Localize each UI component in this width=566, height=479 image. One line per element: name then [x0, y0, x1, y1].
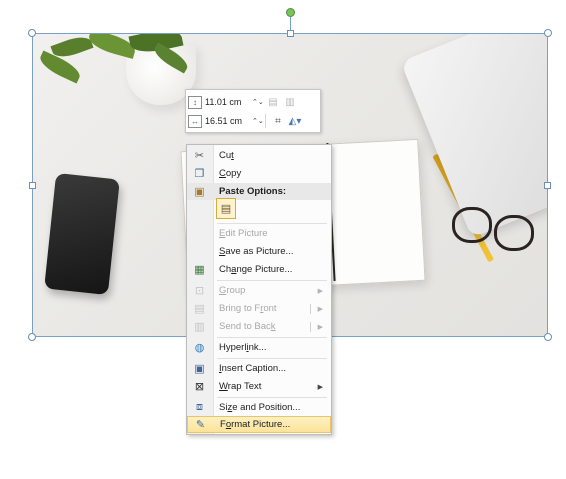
menu-separator: [217, 280, 327, 281]
menu-item-send-to-back[interactable]: ▥ Send to Back ▶: [187, 318, 331, 335]
crop-icon[interactable]: ⌗: [271, 114, 285, 128]
menu-item-format-picture[interactable]: ✎ Format Picture...: [187, 416, 331, 433]
menu-label: Copy: [219, 168, 242, 179]
shape-width-field[interactable]: 16.51 cm: [205, 116, 252, 126]
paste-options-header: ▣ Paste Options:: [187, 183, 331, 200]
menu-label: Change Picture...: [219, 264, 293, 275]
menu-item-cut[interactable]: ✂ Cut: [187, 147, 331, 164]
scissors-icon: ✂: [194, 150, 205, 162]
menu-item-change-picture[interactable]: ▦ Change Picture...: [187, 261, 331, 278]
format-picture-icon: ✎: [195, 419, 206, 431]
bring-forward-icon[interactable]: ▤: [266, 95, 280, 109]
submenu-arrow-icon[interactable]: ▶: [318, 305, 323, 313]
paste-picture-button[interactable]: ▤: [216, 198, 236, 219]
resize-handle-bottom-left[interactable]: [28, 333, 36, 341]
copy-icon: ❐: [194, 168, 205, 180]
glasses: [452, 205, 534, 251]
send-backward-icon[interactable]: ▥: [283, 95, 297, 109]
resize-handle-top-left[interactable]: [28, 29, 36, 37]
menu-item-save-as-picture[interactable]: Save as Picture...: [187, 243, 331, 260]
bring-to-front-icon: ▤: [194, 303, 205, 315]
menu-separator: [217, 337, 327, 338]
menu-label: Bring to Front: [219, 303, 277, 314]
shape-height-field[interactable]: 11.01 cm: [205, 97, 252, 107]
menu-label: Format Picture...: [220, 419, 291, 430]
hyperlink-globe-icon: ◍: [194, 342, 205, 354]
menu-label: Size and Position...: [219, 402, 301, 413]
menu-label: Paste Options:: [219, 186, 287, 197]
resize-handle-left[interactable]: [29, 182, 36, 189]
group-icon: ⊡: [194, 285, 205, 297]
menu-item-copy[interactable]: ❐ Copy: [187, 165, 331, 182]
shape-height-icon: ↕: [188, 95, 202, 109]
menu-item-insert-caption[interactable]: ▣ Insert Caption...: [187, 360, 331, 377]
change-picture-icon: ▦: [194, 264, 205, 276]
resize-handle-top-right[interactable]: [544, 29, 552, 37]
phone: [44, 172, 120, 296]
context-menu: ✂ Cut ❐ Copy ▣ Paste Options: ▤ Edit Pic…: [186, 144, 332, 435]
resize-handle-right[interactable]: [544, 182, 551, 189]
size-position-icon: ⧈: [196, 401, 203, 413]
menu-item-wrap-text[interactable]: ⊠ Wrap Text ▶: [187, 378, 331, 395]
mini-toolbar: ↕ 11.01 cm ⌃⌄ ▤ ▥ ↔ 16.51 cm ⌃⌄ ⌗ ◭▾: [185, 89, 321, 133]
caption-icon: ▣: [194, 363, 205, 375]
clipboard-icon: ▣: [194, 186, 205, 198]
width-spinner[interactable]: ⌃⌄: [252, 117, 264, 125]
menu-label: Save as Picture...: [219, 246, 294, 257]
menu-label: Send to Back: [219, 321, 276, 332]
shape-width-icon: ↔: [188, 114, 202, 128]
menu-label: Hyperlink...: [219, 342, 267, 353]
resize-handle-bottom-right[interactable]: [544, 333, 552, 341]
resize-handle-top[interactable]: [287, 30, 294, 37]
toolbar-separator: [265, 114, 266, 128]
menu-label: Group: [219, 285, 246, 296]
menu-separator: [217, 397, 327, 398]
menu-label: Cut: [219, 150, 234, 161]
menu-label: Insert Caption...: [219, 363, 287, 374]
menu-label: Edit Picture: [219, 228, 268, 239]
menu-item-hyperlink[interactable]: ◍ Hyperlink...: [187, 339, 331, 356]
submenu-arrow-icon: ▶: [317, 383, 323, 391]
color-fill-icon[interactable]: ◭▾: [288, 114, 302, 128]
paste-picture-icon: ▤: [220, 203, 232, 215]
menu-label: Wrap Text: [219, 381, 262, 392]
menu-item-size-and-position[interactable]: ⧈ Size and Position...: [187, 399, 331, 416]
submenu-arrow-icon[interactable]: ▶: [318, 323, 323, 331]
rotate-handle[interactable]: [286, 8, 295, 17]
menu-separator: [217, 358, 327, 359]
menu-item-edit-picture[interactable]: Edit Picture: [187, 225, 331, 242]
split-separator: [310, 322, 311, 332]
wrap-text-icon: ⊠: [194, 381, 205, 393]
height-spinner[interactable]: ⌃⌄: [252, 98, 264, 106]
send-to-back-icon: ▥: [194, 321, 205, 333]
menu-item-group[interactable]: ⊡ Group ▶: [187, 282, 331, 299]
menu-separator: [217, 223, 327, 224]
submenu-arrow-icon: ▶: [317, 287, 323, 295]
menu-item-bring-to-front[interactable]: ▤ Bring to Front ▶: [187, 300, 331, 317]
split-separator: [310, 304, 311, 314]
